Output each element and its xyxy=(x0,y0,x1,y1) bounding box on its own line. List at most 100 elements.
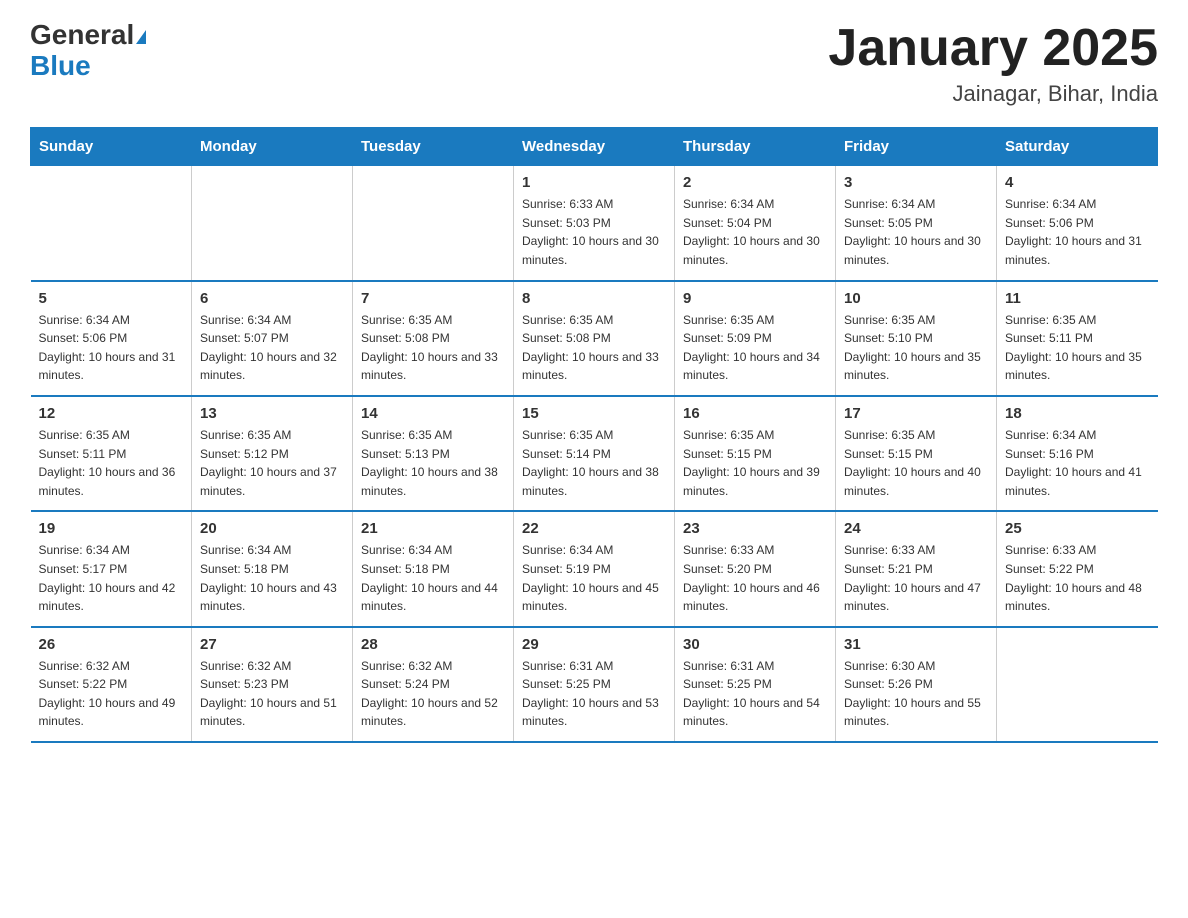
calendar-cell: 12Sunrise: 6:35 AM Sunset: 5:11 PM Dayli… xyxy=(31,396,192,511)
day-info: Sunrise: 6:35 AM Sunset: 5:09 PM Dayligh… xyxy=(683,311,827,385)
column-header-monday: Monday xyxy=(192,128,353,166)
column-header-thursday: Thursday xyxy=(675,128,836,166)
day-info: Sunrise: 6:34 AM Sunset: 5:07 PM Dayligh… xyxy=(200,311,344,385)
calendar-table: SundayMondayTuesdayWednesdayThursdayFrid… xyxy=(30,127,1158,743)
day-info: Sunrise: 6:33 AM Sunset: 5:20 PM Dayligh… xyxy=(683,541,827,615)
day-info: Sunrise: 6:33 AM Sunset: 5:03 PM Dayligh… xyxy=(522,195,666,269)
calendar-cell: 31 Sunrise: 6:30 AM Sunset: 5:26 PM Dayli… xyxy=(836,627,997,742)
calendar-cell: 2Sunrise: 6:34 AM Sunset: 5:04 PM Daylig… xyxy=(675,166,836,281)
day-info: Sunrise: 6:34 AM Sunset: 5:06 PM Dayligh… xyxy=(39,311,184,385)
day-number: 28 xyxy=(361,636,505,653)
calendar-cell xyxy=(997,627,1158,742)
day-number: 11 xyxy=(1005,290,1150,307)
calendar-cell: 24 Sunrise: 6:33 AM Sunset: 5:21 PM Dayli… xyxy=(836,511,997,626)
calendar-cell: 11 Sunrise: 6:35 AM Sunset: 5:11 PM Dayli… xyxy=(997,281,1158,396)
day-number: 14 xyxy=(361,405,505,422)
calendar-cell: 18Sunrise: 6:34 AM Sunset: 5:16 PM Dayli… xyxy=(997,396,1158,511)
calendar-cell: 27 Sunrise: 6:32 AM Sunset: 5:23 PM Dayli… xyxy=(192,627,353,742)
day-number: 26 xyxy=(39,636,184,653)
day-number: 18 xyxy=(1005,405,1150,422)
day-number: 10 xyxy=(844,290,988,307)
day-info: Sunrise: 6:30 AM Sunset: 5:26 PM Dayligh… xyxy=(844,657,988,731)
calendar-cell: 4 Sunrise: 6:34 AM Sunset: 5:06 PM Daylig… xyxy=(997,166,1158,281)
day-info: Sunrise: 6:33 AM Sunset: 5:21 PM Dayligh… xyxy=(844,541,988,615)
day-info: Sunrise: 6:34 AM Sunset: 5:05 PM Dayligh… xyxy=(844,195,988,269)
calendar-cell: 13Sunrise: 6:35 AM Sunset: 5:12 PM Dayli… xyxy=(192,396,353,511)
calendar-week-4: 19 Sunrise: 6:34 AM Sunset: 5:17 PM Dayli… xyxy=(31,511,1158,626)
day-number: 22 xyxy=(522,520,666,537)
calendar-cell: 3Sunrise: 6:34 AM Sunset: 5:05 PM Daylig… xyxy=(836,166,997,281)
day-number: 31 xyxy=(844,636,988,653)
day-number: 27 xyxy=(200,636,344,653)
day-number: 25 xyxy=(1005,520,1150,537)
calendar-cell: 8 Sunrise: 6:35 AM Sunset: 5:08 PM Daylig… xyxy=(514,281,675,396)
calendar-cell: 9 Sunrise: 6:35 AM Sunset: 5:09 PM Daylig… xyxy=(675,281,836,396)
logo: General Blue xyxy=(30,20,146,82)
calendar-cell: 28Sunrise: 6:32 AM Sunset: 5:24 PM Dayli… xyxy=(353,627,514,742)
day-number: 16 xyxy=(683,405,827,422)
header-row: SundayMondayTuesdayWednesdayThursdayFrid… xyxy=(31,128,1158,166)
calendar-cell: 16 Sunrise: 6:35 AM Sunset: 5:15 PM Dayli… xyxy=(675,396,836,511)
calendar-cell: 15Sunrise: 6:35 AM Sunset: 5:14 PM Dayli… xyxy=(514,396,675,511)
calendar-cell: 1 Sunrise: 6:33 AM Sunset: 5:03 PM Daylig… xyxy=(514,166,675,281)
calendar-week-3: 12Sunrise: 6:35 AM Sunset: 5:11 PM Dayli… xyxy=(31,396,1158,511)
day-number: 24 xyxy=(844,520,988,537)
day-info: Sunrise: 6:33 AM Sunset: 5:22 PM Dayligh… xyxy=(1005,541,1150,615)
day-info: Sunrise: 6:34 AM Sunset: 5:18 PM Dayligh… xyxy=(361,541,505,615)
day-number: 5 xyxy=(39,290,184,307)
calendar-cell: 10 Sunrise: 6:35 AM Sunset: 5:10 PM Dayli… xyxy=(836,281,997,396)
day-info: Sunrise: 6:34 AM Sunset: 5:06 PM Dayligh… xyxy=(1005,195,1150,269)
calendar-cell: 30 Sunrise: 6:31 AM Sunset: 5:25 PM Dayli… xyxy=(675,627,836,742)
calendar-cell: 6Sunrise: 6:34 AM Sunset: 5:07 PM Daylig… xyxy=(192,281,353,396)
logo-general-text: General xyxy=(30,19,134,50)
day-info: Sunrise: 6:35 AM Sunset: 5:08 PM Dayligh… xyxy=(361,311,505,385)
day-info: Sunrise: 6:31 AM Sunset: 5:25 PM Dayligh… xyxy=(522,657,666,731)
day-number: 9 xyxy=(683,290,827,307)
calendar-cell xyxy=(353,166,514,281)
calendar-body: 1 Sunrise: 6:33 AM Sunset: 5:03 PM Daylig… xyxy=(31,166,1158,742)
calendar-cell: 7Sunrise: 6:35 AM Sunset: 5:08 PM Daylig… xyxy=(353,281,514,396)
day-info: Sunrise: 6:34 AM Sunset: 5:17 PM Dayligh… xyxy=(39,541,184,615)
logo-triangle-icon xyxy=(136,30,146,44)
day-number: 12 xyxy=(39,405,184,422)
day-info: Sunrise: 6:35 AM Sunset: 5:12 PM Dayligh… xyxy=(200,426,344,500)
day-info: Sunrise: 6:32 AM Sunset: 5:22 PM Dayligh… xyxy=(39,657,184,731)
column-header-tuesday: Tuesday xyxy=(353,128,514,166)
day-info: Sunrise: 6:32 AM Sunset: 5:23 PM Dayligh… xyxy=(200,657,344,731)
column-header-friday: Friday xyxy=(836,128,997,166)
column-header-sunday: Sunday xyxy=(31,128,192,166)
day-info: Sunrise: 6:35 AM Sunset: 5:11 PM Dayligh… xyxy=(1005,311,1150,385)
calendar-cell xyxy=(31,166,192,281)
day-info: Sunrise: 6:34 AM Sunset: 5:19 PM Dayligh… xyxy=(522,541,666,615)
day-number: 17 xyxy=(844,405,988,422)
calendar-cell: 29 Sunrise: 6:31 AM Sunset: 5:25 PM Dayli… xyxy=(514,627,675,742)
day-info: Sunrise: 6:31 AM Sunset: 5:25 PM Dayligh… xyxy=(683,657,827,731)
page-header: General Blue January 2025 Jainagar, Biha… xyxy=(30,20,1158,107)
day-info: Sunrise: 6:34 AM Sunset: 5:04 PM Dayligh… xyxy=(683,195,827,269)
day-number: 8 xyxy=(522,290,666,307)
month-title: January 2025 xyxy=(828,20,1158,77)
location-text: Jainagar, Bihar, India xyxy=(828,81,1158,107)
logo-blue-text: Blue xyxy=(30,51,146,82)
day-number: 29 xyxy=(522,636,666,653)
day-number: 19 xyxy=(39,520,184,537)
day-number: 4 xyxy=(1005,174,1150,191)
day-info: Sunrise: 6:35 AM Sunset: 5:10 PM Dayligh… xyxy=(844,311,988,385)
calendar-week-5: 26 Sunrise: 6:32 AM Sunset: 5:22 PM Dayli… xyxy=(31,627,1158,742)
day-info: Sunrise: 6:35 AM Sunset: 5:08 PM Dayligh… xyxy=(522,311,666,385)
day-info: Sunrise: 6:34 AM Sunset: 5:18 PM Dayligh… xyxy=(200,541,344,615)
calendar-cell: 19 Sunrise: 6:34 AM Sunset: 5:17 PM Dayli… xyxy=(31,511,192,626)
calendar-cell: 17 Sunrise: 6:35 AM Sunset: 5:15 PM Dayli… xyxy=(836,396,997,511)
day-info: Sunrise: 6:35 AM Sunset: 5:15 PM Dayligh… xyxy=(683,426,827,500)
calendar-week-1: 1 Sunrise: 6:33 AM Sunset: 5:03 PM Daylig… xyxy=(31,166,1158,281)
day-number: 30 xyxy=(683,636,827,653)
calendar-cell: 5 Sunrise: 6:34 AM Sunset: 5:06 PM Daylig… xyxy=(31,281,192,396)
calendar-cell xyxy=(192,166,353,281)
day-info: Sunrise: 6:35 AM Sunset: 5:15 PM Dayligh… xyxy=(844,426,988,500)
column-header-wednesday: Wednesday xyxy=(514,128,675,166)
column-header-saturday: Saturday xyxy=(997,128,1158,166)
title-block: January 2025 Jainagar, Bihar, India xyxy=(828,20,1158,107)
calendar-cell: 25 Sunrise: 6:33 AM Sunset: 5:22 PM Dayli… xyxy=(997,511,1158,626)
calendar-cell: 26 Sunrise: 6:32 AM Sunset: 5:22 PM Dayli… xyxy=(31,627,192,742)
day-number: 1 xyxy=(522,174,666,191)
